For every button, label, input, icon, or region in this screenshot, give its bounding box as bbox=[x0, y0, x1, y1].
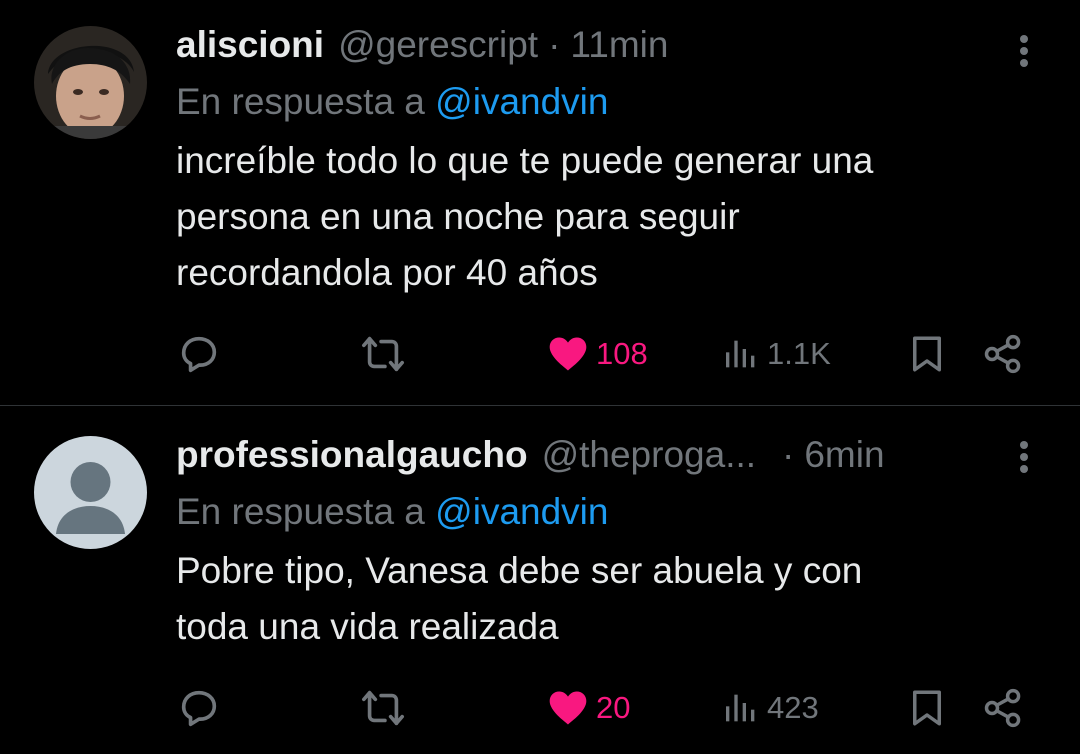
share-icon bbox=[984, 334, 1021, 374]
views-icon bbox=[726, 694, 755, 722]
share-button[interactable] bbox=[981, 329, 1025, 379]
reply-button[interactable] bbox=[176, 683, 222, 733]
bookmark-icon bbox=[913, 690, 941, 726]
share-icon bbox=[984, 688, 1021, 728]
tweet-header: professionalgaucho @theproga... · 6min bbox=[176, 432, 1020, 478]
username-handle[interactable]: @gerescript bbox=[338, 22, 538, 68]
reply-prefix: En respuesta a bbox=[176, 491, 425, 532]
reply-context: En respuesta a @ivandvin bbox=[176, 489, 1020, 535]
share-button[interactable] bbox=[981, 683, 1025, 733]
repost-icon bbox=[362, 336, 404, 372]
views-button[interactable]: 423 bbox=[721, 683, 819, 733]
tweet[interactable]: professionalgaucho @theproga... · 6min E… bbox=[0, 406, 1080, 754]
timestamp[interactable]: 11min bbox=[570, 22, 668, 68]
bookmark-icon bbox=[913, 336, 941, 372]
views-count: 1.1K bbox=[767, 336, 831, 371]
tweet-actions: 20 423 bbox=[176, 683, 1036, 733]
tweet-header: aliscioni @gerescript · 11min bbox=[176, 22, 1020, 68]
bookmark-button[interactable] bbox=[906, 683, 948, 733]
bookmark-button[interactable] bbox=[906, 329, 948, 379]
avatar[interactable] bbox=[34, 436, 147, 549]
reply-context: En respuesta a @ivandvin bbox=[176, 79, 1020, 125]
timestamp[interactable]: 6min bbox=[804, 432, 884, 478]
like-button[interactable]: 20 bbox=[546, 683, 630, 733]
tweet-content: aliscioni @gerescript · 11min En respues… bbox=[176, 22, 1020, 301]
more-options-button[interactable] bbox=[1010, 437, 1038, 477]
like-button[interactable]: 108 bbox=[546, 329, 648, 379]
tweet-text: increíble todo lo que te puede generar u… bbox=[176, 140, 874, 293]
reply-prefix: En respuesta a bbox=[176, 81, 425, 122]
avatar[interactable] bbox=[34, 26, 147, 139]
views-icon bbox=[726, 340, 755, 368]
display-name[interactable]: professionalgaucho bbox=[176, 432, 528, 478]
tweet[interactable]: aliscioni @gerescript · 11min En respues… bbox=[0, 0, 1080, 405]
reply-mention-link[interactable]: @ivandvin bbox=[435, 491, 608, 532]
separator-dot: · bbox=[548, 24, 561, 65]
heart-icon bbox=[549, 337, 587, 371]
reply-icon bbox=[181, 336, 217, 373]
timeline-feed: aliscioni @gerescript · 11min En respues… bbox=[0, 0, 1080, 754]
repost-button[interactable] bbox=[359, 683, 407, 733]
tweet-text: Pobre tipo, Vanesa debe ser abuela y con… bbox=[176, 550, 863, 647]
heart-icon bbox=[549, 691, 587, 725]
views-count: 423 bbox=[767, 690, 819, 725]
display-name[interactable]: aliscioni bbox=[176, 22, 324, 68]
tweet-actions: 108 1.1K bbox=[176, 329, 1036, 379]
like-count: 108 bbox=[596, 336, 648, 371]
repost-button[interactable] bbox=[359, 329, 407, 379]
username-handle[interactable]: @theproga... bbox=[542, 432, 756, 478]
reply-icon bbox=[181, 690, 217, 727]
more-icon bbox=[1020, 35, 1028, 43]
tweet-content: professionalgaucho @theproga... · 6min E… bbox=[176, 432, 1020, 655]
more-options-button[interactable] bbox=[1010, 31, 1038, 71]
reply-button[interactable] bbox=[176, 329, 222, 379]
like-count: 20 bbox=[596, 690, 631, 725]
views-button[interactable]: 1.1K bbox=[721, 329, 831, 379]
reply-mention-link[interactable]: @ivandvin bbox=[435, 81, 608, 122]
repost-icon bbox=[362, 690, 404, 726]
separator-dot: · bbox=[782, 434, 795, 475]
more-icon bbox=[1020, 441, 1028, 449]
